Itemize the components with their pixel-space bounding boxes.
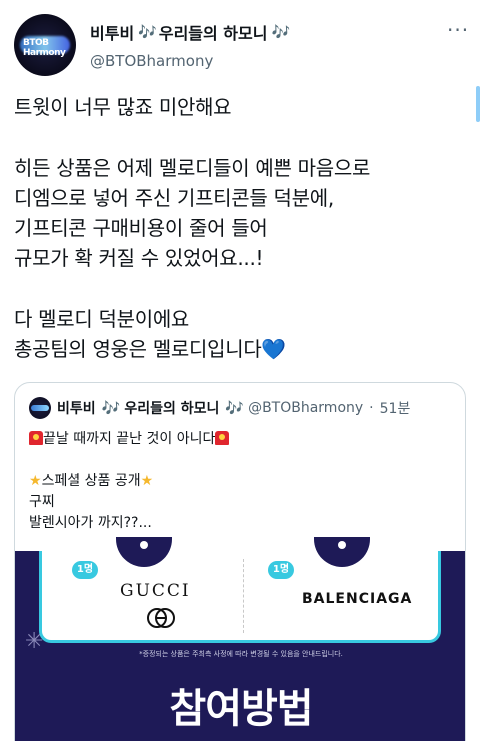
author-name-suffix: 우리들의 하모니 xyxy=(158,24,268,43)
prize-knob xyxy=(314,537,370,567)
promo-image[interactable]: 1명 1명 GUCCI BALENCIAGA ✳ *증정되는 상품은 주최측 사… xyxy=(15,537,465,741)
author[interactable]: 비투비 🎶 우리들의 하모니 🎶 xyxy=(90,20,290,44)
quoted-author-suffix: 우리들의 하모니 xyxy=(124,401,220,417)
tweet-text: 트윗이 너무 많죠 미안해요 히든 상품은 어제 멜로디들이 예쁜 마음으로 디… xyxy=(14,92,464,365)
quoted-line-1: 끝날 때까지 끝난 것이 아니다 xyxy=(43,431,216,447)
quoted-text: 끝날 때까지 끝난 것이 아니다 ★스페셜 상품 공개★ 구찌 발렌시아가 까지… xyxy=(29,429,449,534)
prize-knob xyxy=(116,537,172,567)
prize-count-badge: 1명 xyxy=(72,561,98,579)
quoted-tweet-header: 비투비 🎶 우리들의 하모니 🎶 @BTOBharmony · 51분 xyxy=(29,397,410,419)
author-name: 비투비 xyxy=(90,24,135,43)
siren-icon xyxy=(29,431,43,445)
balenciaga-logo: BALENCIAGA xyxy=(302,591,413,607)
star-icon: ★ xyxy=(140,473,154,489)
separator-dot: · xyxy=(369,400,374,416)
prize-divider xyxy=(243,559,244,633)
more-options-icon[interactable]: ··· xyxy=(447,18,469,42)
music-note-icon: 🎶 xyxy=(138,23,157,41)
music-note-icon: 🎶 xyxy=(225,399,244,417)
quoted-author-name: 비투비 xyxy=(57,401,96,417)
quoted-timestamp: 51분 xyxy=(379,401,411,417)
author-handle[interactable]: @BTOBharmony xyxy=(90,52,213,70)
quoted-avatar xyxy=(29,397,51,419)
siren-icon xyxy=(215,431,230,445)
scroll-indicator[interactable] xyxy=(476,86,480,122)
music-note-icon: 🎶 xyxy=(101,399,121,417)
star-icon: ★ xyxy=(29,473,42,489)
tweet-body: 트윗이 너무 많죠 미안해요 히든 상품은 어제 멜로디들이 예쁜 마음으로 디… xyxy=(14,95,371,362)
gucci-gg-icon xyxy=(147,608,175,628)
gucci-logo: GUCCI xyxy=(120,581,191,601)
avatar-logo-text: BTOB Harmony xyxy=(23,38,66,58)
quoted-line-2: 스페셜 상품 공개 xyxy=(41,473,141,489)
prize-count-badge: 1명 xyxy=(268,561,294,579)
promo-notice: *증정되는 상품은 주최측 사정에 따라 변경될 수 있음을 안내드립니다. xyxy=(139,650,343,658)
tweet-header: BTOB Harmony 비투비 🎶 우리들의 하모니 🎶 @BTOBharmo… xyxy=(0,0,480,80)
quoted-line-3: 구찌 xyxy=(29,494,55,510)
avatar[interactable]: BTOB Harmony xyxy=(14,14,76,76)
quoted-handle: @BTOBharmony xyxy=(248,400,364,416)
promo-title: 참여방법 xyxy=(169,686,313,732)
music-note-icon: 🎶 xyxy=(271,23,290,41)
quoted-line-4: 발렌시아가 까지??... xyxy=(29,515,152,531)
prize-panel: 1명 1명 GUCCI BALENCIAGA xyxy=(39,537,441,643)
quoted-tweet[interactable]: 비투비 🎶 우리들의 하모니 🎶 @BTOBharmony · 51분 끝날 때… xyxy=(14,382,466,741)
blue-heart-icon: 💙 xyxy=(261,337,287,362)
